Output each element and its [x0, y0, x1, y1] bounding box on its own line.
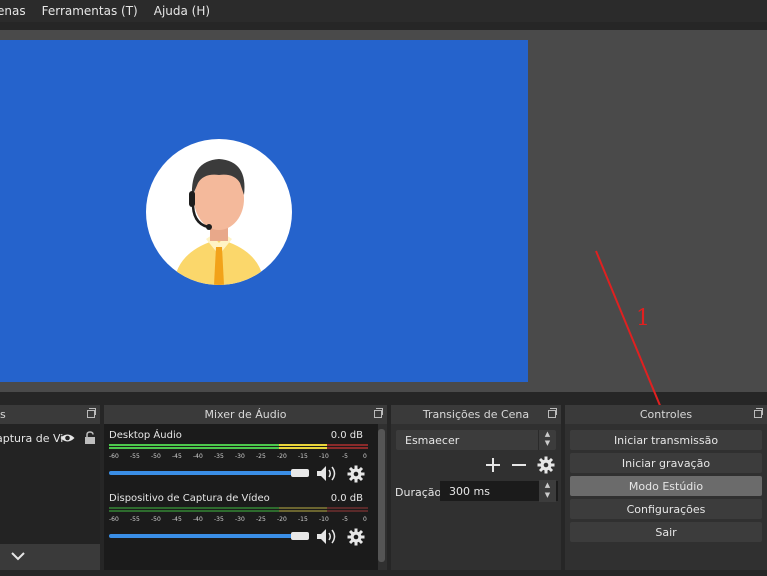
transition-select[interactable]: Esmaecer ▲ ▼: [396, 430, 556, 450]
scale-tick: -55: [130, 453, 140, 460]
transitions-panel-title: Transições de Cena: [391, 405, 561, 424]
sources-title-text: s: [0, 408, 6, 421]
volume-slider-handle[interactable]: [291, 532, 309, 540]
scale-tick: -60: [109, 453, 119, 460]
scale-tick: -30: [235, 453, 245, 460]
audio-mixer-panel: Mixer de Áudio Desktop Áudio 0.0 dB -60 …: [104, 405, 387, 570]
volume-slider[interactable]: [109, 471, 309, 475]
duration-value: 300 ms: [449, 484, 490, 498]
float-panel-icon[interactable]: [754, 408, 763, 418]
sources-panel: s aptura de Vi: [0, 405, 100, 570]
volume-meter: [109, 507, 368, 513]
transitions-body: Esmaecer ▲ ▼ Duração 300 ms ▲ ▼: [391, 424, 561, 570]
start-recording-button[interactable]: Iniciar gravação: [570, 453, 762, 473]
volume-meter: [109, 444, 368, 450]
scale-tick: -50: [151, 516, 161, 523]
scale-tick: 0: [363, 516, 367, 523]
sources-panel-title: s: [0, 405, 100, 424]
speaker-icon[interactable]: [316, 528, 338, 545]
scale-tick: -20: [277, 516, 287, 523]
transition-select-value: Esmaecer: [405, 433, 460, 447]
track-name: Dispositivo de Captura de Vídeo: [109, 493, 270, 504]
mixer-panel-title: Mixer de Áudio: [104, 405, 387, 424]
mixer-tracks: Desktop Áudio 0.0 dB -60 -55 -50 -45 -40…: [104, 424, 378, 570]
chevron-down-icon[interactable]: [11, 551, 25, 561]
dock-panels: s aptura de Vi Mixer de Áudio Desktop Áu…: [0, 405, 767, 576]
float-panel-icon[interactable]: [87, 408, 96, 418]
controls-panel-title: Controles: [565, 405, 767, 424]
scale-tick: -40: [193, 516, 203, 523]
annotation-number: 1: [636, 306, 650, 331]
remove-icon[interactable]: [511, 457, 527, 473]
gear-icon[interactable]: [347, 528, 365, 546]
scale-tick: -40: [193, 453, 203, 460]
transitions-title-text: Transições de Cena: [422, 408, 530, 421]
start-streaming-button[interactable]: Iniciar transmissão: [570, 430, 762, 450]
scale-tick: 0: [363, 453, 367, 460]
source-item-label: aptura de Vi: [0, 431, 64, 445]
meter-scale: -60 -55 -50 -45 -40 -35 -30 -25 -20 -15 …: [109, 516, 368, 524]
scale-tick: -15: [298, 516, 308, 523]
meter-scale: -60 -55 -50 -45 -40 -35 -30 -25 -20 -15 …: [109, 453, 368, 461]
float-panel-icon[interactable]: [374, 408, 383, 418]
sources-toolbar: [0, 544, 100, 570]
scale-tick: -45: [172, 516, 182, 523]
scale-tick: -50: [151, 453, 161, 460]
scale-tick: -10: [319, 516, 329, 523]
scale-tick: -25: [256, 453, 266, 460]
scale-tick: -20: [277, 453, 287, 460]
gear-icon[interactable]: [537, 456, 555, 474]
speaker-icon[interactable]: [316, 465, 338, 482]
scale-tick: -35: [214, 453, 224, 460]
updown-arrows-icon: ▲ ▼: [538, 430, 556, 450]
scene-transitions-panel: Transições de Cena Esmaecer ▲ ▼ Duração …: [391, 405, 561, 570]
sources-list: aptura de Vi: [0, 424, 100, 570]
scale-tick: -55: [130, 516, 140, 523]
float-panel-icon[interactable]: [548, 408, 557, 418]
track-name: Desktop Áudio: [109, 430, 182, 441]
mixer-title-text: Mixer de Áudio: [204, 408, 287, 421]
exit-button[interactable]: Sair: [570, 522, 762, 542]
settings-button[interactable]: Configurações: [570, 499, 762, 519]
controls-title-text: Controles: [639, 408, 693, 421]
eye-icon[interactable]: [60, 433, 75, 443]
scale-tick: -15: [298, 453, 308, 460]
scale-tick: -25: [256, 516, 266, 523]
scale-tick: -45: [172, 453, 182, 460]
controls-body: Iniciar transmissão Iniciar gravação Mod…: [565, 424, 767, 570]
add-icon[interactable]: [485, 457, 501, 473]
duration-spinner[interactable]: ▲ ▼: [539, 480, 556, 502]
studio-mode-button[interactable]: Modo Estúdio: [570, 476, 762, 496]
track-db: 0.0 dB: [330, 430, 363, 441]
scale-tick: -5: [342, 453, 348, 460]
scale-tick: -60: [109, 516, 119, 523]
scale-tick: -5: [342, 516, 348, 523]
scale-tick: -30: [235, 516, 245, 523]
lock-icon[interactable]: [84, 431, 96, 444]
volume-slider[interactable]: [109, 534, 309, 538]
controls-panel: Controles Iniciar transmissão Iniciar gr…: [565, 405, 767, 570]
volume-slider-handle[interactable]: [291, 469, 309, 477]
gear-icon[interactable]: [347, 465, 365, 483]
duration-label: Duração: [395, 486, 442, 499]
mixer-scrollbar[interactable]: [378, 429, 385, 562]
source-item[interactable]: aptura de Vi: [0, 430, 100, 446]
track-db: 0.0 dB: [330, 493, 363, 504]
scale-tick: -10: [319, 453, 329, 460]
scale-tick: -35: [214, 516, 224, 523]
